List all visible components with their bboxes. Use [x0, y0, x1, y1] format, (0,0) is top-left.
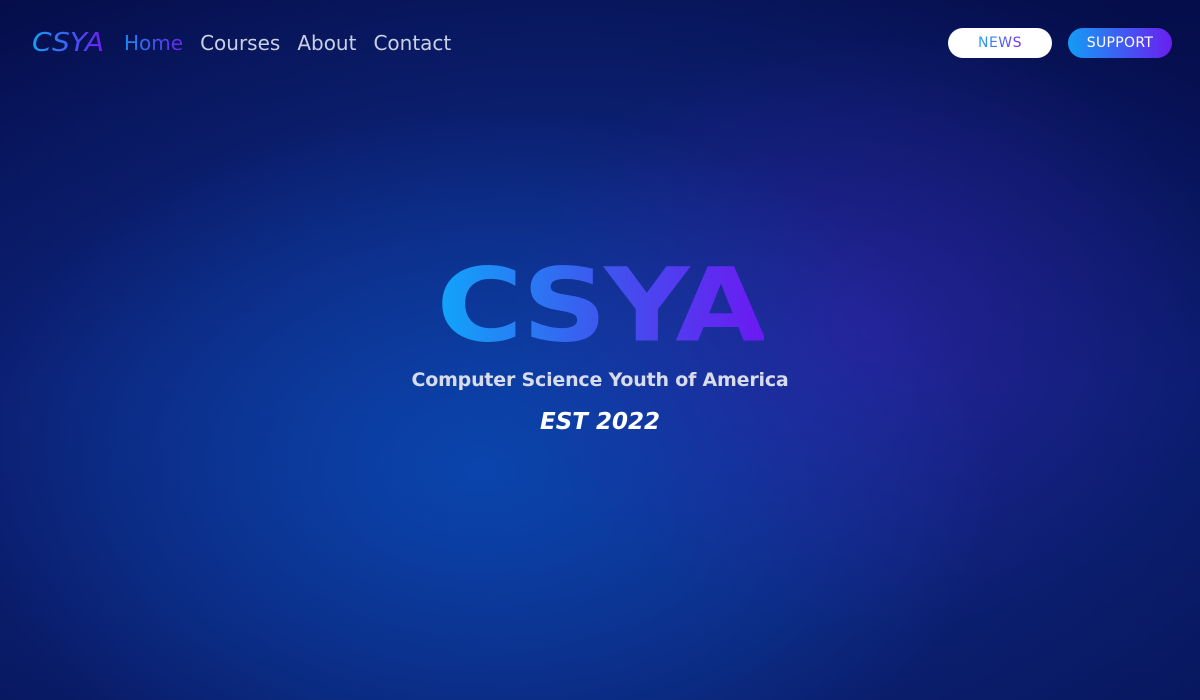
nav-link-courses[interactable]: Courses — [200, 28, 280, 58]
csya-logo[interactable]: CSYA — [31, 27, 105, 57]
hero-title: CSYA — [436, 245, 766, 365]
nav-link-about[interactable]: About — [297, 28, 356, 58]
news-button[interactable]: NEWS — [948, 28, 1052, 58]
established-year: EST 2022 — [540, 409, 660, 435]
top-navbar: CSYA Home Courses About Contact NEWS SUP… — [0, 0, 1200, 86]
nav-link-home[interactable]: Home — [124, 28, 183, 58]
logo-text: CSYA — [32, 28, 104, 57]
news-button-label: NEWS — [977, 35, 1023, 51]
support-button-label: SUPPORT — [1086, 35, 1154, 51]
support-button[interactable]: SUPPORT — [1068, 28, 1172, 58]
hero-subtitle: Computer Science Youth of America — [411, 369, 789, 391]
nav-actions: NEWS SUPPORT — [948, 28, 1172, 58]
main-nav: Home Courses About Contact — [124, 28, 451, 58]
hero-section: CSYA Computer Science Youth of America E… — [0, 240, 1200, 437]
nav-link-contact[interactable]: Contact — [373, 28, 451, 58]
